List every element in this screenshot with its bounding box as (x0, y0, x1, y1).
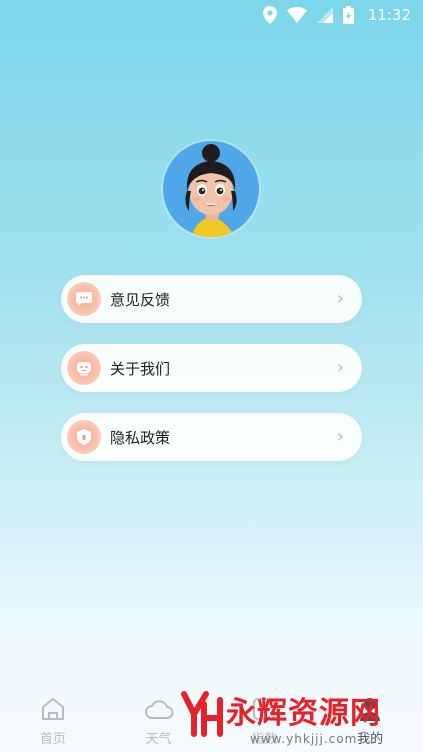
location-icon (262, 6, 277, 24)
status-bar: 11:32 (0, 0, 423, 30)
signal-icon (316, 7, 333, 23)
battery-icon (342, 6, 354, 24)
chevron-right-icon: › (336, 357, 344, 378)
avatar[interactable] (163, 141, 259, 237)
feedback-icon (67, 282, 101, 316)
chevron-right-icon: › (336, 426, 344, 447)
menu-item-about[interactable]: 关于我们 › (61, 344, 362, 392)
watermark-logo-icon (181, 691, 223, 737)
wifi-icon (286, 7, 307, 23)
robot-face-icon (67, 351, 101, 385)
watermark: 永辉资源网 www.yhkjjj.com (180, 688, 410, 748)
cloud-icon (144, 696, 174, 726)
menu-label-about: 关于我们 (110, 359, 171, 378)
tab-label-weather: 天气 (145, 731, 172, 747)
home-icon (40, 696, 66, 726)
menu-label-privacy: 隐私政策 (110, 428, 171, 447)
watermark-url: www.yhkjjj.com (250, 732, 358, 746)
chevron-right-icon: › (336, 288, 344, 309)
shield-icon (67, 420, 101, 454)
menu-label-feedback: 意见反馈 (110, 290, 171, 309)
menu-item-privacy[interactable]: 隐私政策 › (61, 413, 362, 461)
menu-item-feedback[interactable]: 意见反馈 › (61, 275, 362, 323)
watermark-text: 永辉资源网 (226, 696, 381, 731)
status-time: 11:32 (367, 6, 411, 24)
tab-label-home: 首页 (39, 731, 66, 747)
tab-home[interactable]: 首页 (0, 690, 106, 752)
